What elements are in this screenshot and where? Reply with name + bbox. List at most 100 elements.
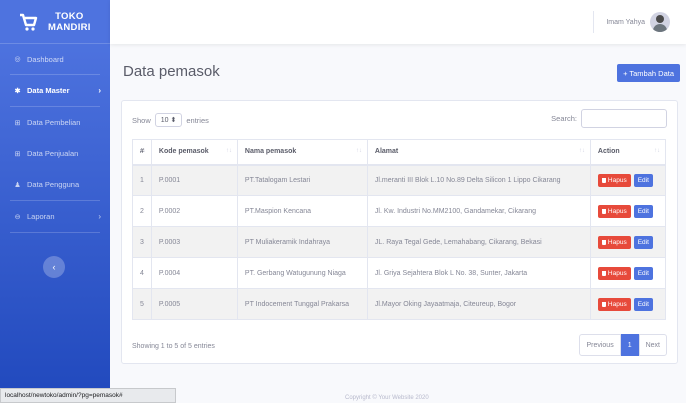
column-header-alamat[interactable]: Alamat ↑↓ <box>366 139 591 166</box>
pagination-next[interactable]: Next <box>638 334 667 356</box>
cell-kode: P.0005 <box>150 288 238 320</box>
entries-select[interactable]: 10 ⬍ <box>154 113 183 127</box>
sidebar-item-data-master[interactable]: ✱ Data Master › <box>0 75 110 106</box>
cell-nama: PT Muliakeramik Indahraya <box>236 226 368 258</box>
cell-action: Hapus Edit <box>589 164 667 196</box>
delete-button[interactable]: Hapus <box>597 204 631 218</box>
pagination-previous[interactable]: Previous <box>579 334 621 356</box>
browser-status-url: localhost/newtoko/admin/?pg=pemasok# <box>0 388 176 403</box>
cell-nama: PT Indocement Tunggal Prakarsa <box>236 288 368 320</box>
user-menu[interactable]: Imam Yahya <box>593 11 670 33</box>
delete-button[interactable]: Hapus <box>597 173 631 187</box>
sidebar-item-data-pembelian[interactable]: ⊞ Data Pembelian <box>0 107 110 138</box>
delete-button[interactable]: Hapus <box>597 297 631 311</box>
cell-nama: PT.Maspion Kencana <box>236 195 368 227</box>
cell-number: 5 <box>132 288 152 320</box>
brand-line2: MANDIRI <box>48 21 91 33</box>
sidebar-item-data-pengguna[interactable]: ♟ Data Pengguna <box>0 169 110 200</box>
edit-button[interactable]: Edit <box>633 297 653 311</box>
cell-kode: P.0004 <box>150 257 238 289</box>
entries-length: Show 10 ⬍ entries <box>132 113 209 127</box>
brand-name: TOKO MANDIRI <box>48 11 91 33</box>
sidebar-item-label: Data Pengguna <box>27 180 80 189</box>
entries-value: 10 <box>160 117 169 124</box>
add-data-button[interactable]: + Tambah Data <box>617 64 680 82</box>
edit-button[interactable]: Edit <box>633 204 653 218</box>
cell-action: Hapus Edit <box>589 226 667 258</box>
avatar <box>650 12 670 32</box>
cell-number: 4 <box>132 257 152 289</box>
entries-label: entries <box>186 115 209 125</box>
trash-icon <box>601 270 606 276</box>
table-search: Search: <box>551 109 667 128</box>
show-label: Show <box>132 115 151 125</box>
supplier-table: # ↑↓ Kode pemasok ↑↓ Nama pemasok ↑↓ Alamat… <box>132 139 667 320</box>
chevron-left-icon: ‹ <box>52 262 56 272</box>
column-header-kode[interactable]: Kode pemasok ↑↓ <box>150 139 238 166</box>
cell-action: Hapus Edit <box>589 257 667 289</box>
sidebar-divider <box>10 232 100 233</box>
edit-button[interactable]: Edit <box>633 235 653 249</box>
table-controls: Show 10 ⬍ entries Search: <box>132 109 667 129</box>
chevron-right-icon: › <box>98 212 101 221</box>
cell-kode: P.0001 <box>150 164 238 196</box>
chevron-right-icon: › <box>98 86 101 95</box>
table-row: 5 P.0005 PT Indocement Tunggal Prakarsa … <box>132 288 667 320</box>
sidebar-item-label: Data Penjualan <box>27 149 79 158</box>
cell-kode: P.0002 <box>150 195 238 227</box>
report-icon: ⊖ <box>14 213 21 221</box>
delete-button[interactable]: Hapus <box>597 235 631 249</box>
data-table-card: Show 10 ⬍ entries Search: # ↑↓ Kode pemas… <box>121 100 678 364</box>
table-row: 3 P.0003 PT Muliakeramik Indahraya JL. R… <box>132 226 667 258</box>
cell-action: Hapus Edit <box>589 288 667 320</box>
search-input[interactable] <box>581 109 667 128</box>
cell-number: 2 <box>132 195 152 227</box>
cog-icon: ✱ <box>14 87 21 95</box>
table-header-row: # ↑↓ Kode pemasok ↑↓ Nama pemasok ↑↓ Alamat… <box>132 139 667 166</box>
cell-number: 3 <box>132 226 152 258</box>
dashboard-icon: ◎ <box>14 56 21 63</box>
cell-alamat: Jl. Griya Sejahtera Blok L No. 38, Sunte… <box>366 257 591 289</box>
cell-action: Hapus Edit <box>589 195 667 227</box>
cart-logo-icon <box>20 13 38 31</box>
table-icon: ⊞ <box>14 150 21 158</box>
brand[interactable]: TOKO MANDIRI <box>0 0 110 43</box>
table-info: Showing 1 to 5 of 5 entries <box>132 343 215 350</box>
trash-icon <box>601 208 606 214</box>
sidebar-item-dashboard[interactable]: ◎ Dashboard <box>0 43 110 74</box>
trash-icon <box>601 239 606 245</box>
user-name: Imam Yahya <box>606 18 645 26</box>
table-icon: ⊞ <box>14 119 21 127</box>
column-header-action[interactable]: Action ↑↓ <box>589 139 667 166</box>
brand-line1: TOKO <box>55 10 84 22</box>
edit-button[interactable]: Edit <box>633 266 653 280</box>
sidebar-item-label: Data Pembelian <box>27 118 81 127</box>
cell-number: 1 <box>132 164 152 196</box>
table-row: 4 P.0004 PT. Gerbang Watugunung Niaga Jl… <box>132 257 667 289</box>
edit-button[interactable]: Edit <box>633 173 653 187</box>
user-icon: ♟ <box>14 181 21 189</box>
cell-kode: P.0003 <box>150 226 238 258</box>
cell-alamat: Jl.Mayor Oking Jayaatmaja, Citeureup, Bo… <box>366 288 591 320</box>
table-row: 2 P.0002 PT.Maspion Kencana Jl. Kw. Indu… <box>132 195 667 227</box>
cell-alamat: Jl.meranti III Blok L.10 No.89 Delta Sil… <box>366 164 591 196</box>
page-title: Data pemasok <box>123 63 220 80</box>
search-label: Search: <box>551 114 577 123</box>
column-header-number[interactable]: # ↑↓ <box>132 139 152 166</box>
cell-alamat: JL. Raya Tegal Gede, Lemahabang, Cikaran… <box>366 226 591 258</box>
sidebar-item-label: Data Master <box>27 86 70 95</box>
sidebar-item-label: Laporan <box>27 212 55 221</box>
pagination-page-1[interactable]: 1 <box>620 334 639 356</box>
trash-icon <box>601 177 606 183</box>
delete-button[interactable]: Hapus <box>597 266 631 280</box>
topbar-divider <box>593 11 595 33</box>
sidebar-item-data-penjualan[interactable]: ⊞ Data Penjualan <box>0 138 110 169</box>
cell-nama: PT.Tatalogam Lestari <box>236 164 368 196</box>
sidebar-item-laporan[interactable]: ⊖ Laporan › <box>0 201 110 232</box>
trash-icon <box>601 301 606 307</box>
sidebar-toggle-button[interactable]: ‹ <box>43 256 65 278</box>
cell-alamat: Jl. Kw. Industri No.MM2100, Gandamekar, … <box>366 195 591 227</box>
column-header-nama[interactable]: Nama pemasok ↑↓ <box>236 139 368 166</box>
pagination: Previous 1 Next <box>579 334 667 356</box>
table-row: 1 P.0001 PT.Tatalogam Lestari Jl.meranti… <box>132 164 667 196</box>
